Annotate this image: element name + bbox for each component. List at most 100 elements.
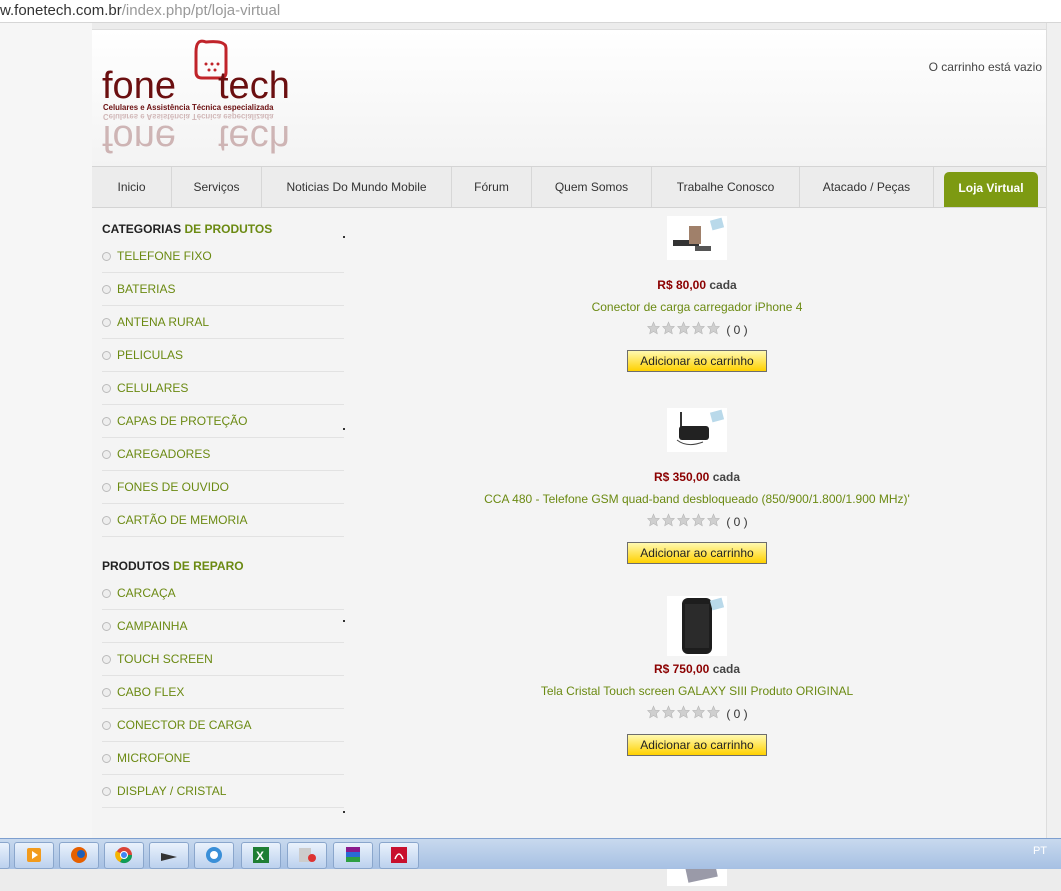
star-icon[interactable] (706, 321, 721, 335)
acrobat-icon[interactable] (379, 842, 419, 869)
itunes-icon[interactable] (194, 842, 234, 869)
svg-text:X: X (256, 849, 264, 863)
star-icon[interactable] (646, 321, 661, 335)
product-rating[interactable]: ( 0 ) (352, 321, 1042, 338)
language-indicator[interactable]: PT (1033, 845, 1047, 857)
add-to-cart-button[interactable]: Adicionar ao carrinho (627, 542, 767, 564)
chrome-icon[interactable] (104, 842, 144, 869)
svg-text:tech: tech (218, 65, 290, 107)
site-header: fone tech Celulares e Assistência Técnic… (92, 30, 1046, 166)
star-icon[interactable] (676, 321, 691, 335)
separator-dot (343, 811, 345, 813)
category-baterias[interactable]: BATERIAS (102, 273, 344, 306)
category-celulares[interactable]: CELULARES (102, 372, 344, 405)
media-player-icon[interactable] (14, 842, 54, 869)
scrollbar[interactable] (1046, 23, 1061, 838)
svg-text:fone: fone (102, 65, 176, 107)
nav-item-servicos[interactable]: Serviços (172, 167, 262, 207)
product-category-list: TELEFONE FIXO BATERIAS ANTENA RURAL PELI… (92, 240, 352, 537)
address-bar[interactable]: w.fonetech.com.br/index.php/pt/loja-virt… (0, 0, 1061, 23)
product-card: R$ 750,00 cada Tela Cristal Touch screen… (352, 596, 1042, 756)
nav-item-loja-virtual[interactable]: Loja Virtual (944, 172, 1038, 207)
repair-category-list: CARCAÇA CAMPAINHA TOUCH SCREEN CABO FLEX… (92, 577, 352, 808)
star-icon[interactable] (661, 321, 676, 335)
network-icon[interactable] (287, 842, 327, 869)
nav-item-inicio[interactable]: Inicio (92, 167, 172, 207)
star-icon[interactable] (691, 513, 706, 527)
star-icon[interactable] (706, 705, 721, 719)
product-card: R$ 350,00 cada CCA 480 - Telefone GSM qu… (352, 408, 1042, 564)
category-microfone[interactable]: MICROFONE (102, 742, 344, 775)
bullet-icon (102, 350, 111, 360)
star-icon[interactable] (706, 513, 721, 527)
category-fones-de-ouvido[interactable]: FONES DE OUVIDO (102, 471, 344, 504)
firefox-icon[interactable] (59, 842, 99, 869)
product-card: R$ 80,00 cada Conector de carga carregad… (352, 216, 1042, 372)
site-logo[interactable]: fone tech Celulares e Assistência Técnic… (102, 36, 312, 160)
bullet-icon (102, 654, 111, 664)
star-icon[interactable] (646, 705, 661, 719)
category-cartao-de-memoria[interactable]: CARTÃO DE MEMORIA (102, 504, 344, 537)
star-icon[interactable] (676, 705, 691, 719)
product-rating[interactable]: ( 0 ) (352, 513, 1042, 530)
bullet-icon (102, 621, 111, 631)
product-price: R$ 80,00 cada (657, 278, 737, 292)
star-icon[interactable] (691, 321, 706, 335)
star-rating-icon (646, 321, 721, 338)
product-name[interactable]: Conector de carga carregador iPhone 4 (352, 300, 1042, 314)
nav-item-atacado-pecas[interactable]: Atacado / Peças (800, 167, 934, 207)
bullet-icon (102, 449, 111, 459)
product-rating[interactable]: ( 0 ) (352, 705, 1042, 722)
star-rating-icon (646, 513, 721, 530)
category-display-cristal[interactable]: DISPLAY / CRISTAL (102, 775, 344, 808)
category-cabo-flex[interactable]: CABO FLEX (102, 676, 344, 709)
nav-item-trabalhe-conosco[interactable]: Trabalhe Conosco (652, 167, 800, 207)
star-icon[interactable] (676, 513, 691, 527)
category-antena-rural[interactable]: ANTENA RURAL (102, 306, 344, 339)
product-name[interactable]: CCA 480 - Telefone GSM quad-band desbloq… (352, 492, 1042, 506)
star-icon[interactable] (661, 513, 676, 527)
excel-icon[interactable]: X (241, 842, 281, 869)
category-capas-de-protecao[interactable]: CAPAS DE PROTEÇÃO (102, 405, 344, 438)
bullet-icon (102, 317, 111, 327)
star-icon[interactable] (691, 705, 706, 719)
app-icon[interactable] (149, 842, 189, 869)
product-name[interactable]: Tela Cristal Touch screen GALAXY SIII Pr… (352, 684, 1042, 698)
nav-item-forum[interactable]: Fórum (452, 167, 532, 207)
start-button[interactable] (0, 842, 10, 869)
taskbar: X PT (0, 838, 1061, 869)
product-image[interactable] (667, 408, 727, 452)
svg-text:Celulares e Assistência Técnic: Celulares e Assistência Técnica especial… (103, 112, 274, 121)
bullet-icon (102, 588, 111, 598)
sidebar: CATEGORIAS DE PRODUTOS TELEFONE FIXO BAT… (92, 206, 352, 808)
category-telefone-fixo[interactable]: TELEFONE FIXO (102, 240, 344, 273)
left-gutter (0, 23, 92, 838)
category-peliculas[interactable]: PELICULAS (102, 339, 344, 372)
product-price: R$ 750,00 cada (653, 662, 741, 676)
bullet-icon (102, 786, 111, 796)
svg-text:fone: fone (102, 117, 176, 159)
bullet-icon (102, 515, 111, 525)
add-to-cart-button[interactable]: Adicionar ao carrinho (627, 734, 767, 756)
nav-item-noticias[interactable]: Noticias Do Mundo Mobile (262, 167, 452, 207)
svg-text:tech: tech (218, 117, 290, 159)
category-campainha[interactable]: CAMPAINHA (102, 610, 344, 643)
svg-text:Celulares e Assistência Técnic: Celulares e Assistência Técnica especial… (103, 103, 274, 112)
star-icon[interactable] (661, 705, 676, 719)
bullet-icon (102, 720, 111, 730)
bullet-icon (102, 284, 111, 294)
product-image[interactable] (667, 216, 727, 260)
category-caregadores[interactable]: CAREGADORES (102, 438, 344, 471)
star-icon[interactable] (646, 513, 661, 527)
category-carcaca[interactable]: CARCAÇA (102, 577, 344, 610)
category-conector-de-carga[interactable]: CONECTOR DE CARGA (102, 709, 344, 742)
category-touch-screen[interactable]: TOUCH SCREEN (102, 643, 344, 676)
product-image[interactable] (667, 596, 727, 656)
winrar-icon[interactable] (333, 842, 373, 869)
nav-item-quem-somos[interactable]: Quem Somos (532, 167, 652, 207)
add-to-cart-button[interactable]: Adicionar ao carrinho (627, 350, 767, 372)
bullet-icon (102, 687, 111, 697)
main-nav: Inicio Serviços Noticias Do Mundo Mobile… (92, 166, 1046, 208)
url-path: /index.php/pt/loja-virtual (121, 2, 281, 19)
bullet-icon (102, 416, 111, 426)
